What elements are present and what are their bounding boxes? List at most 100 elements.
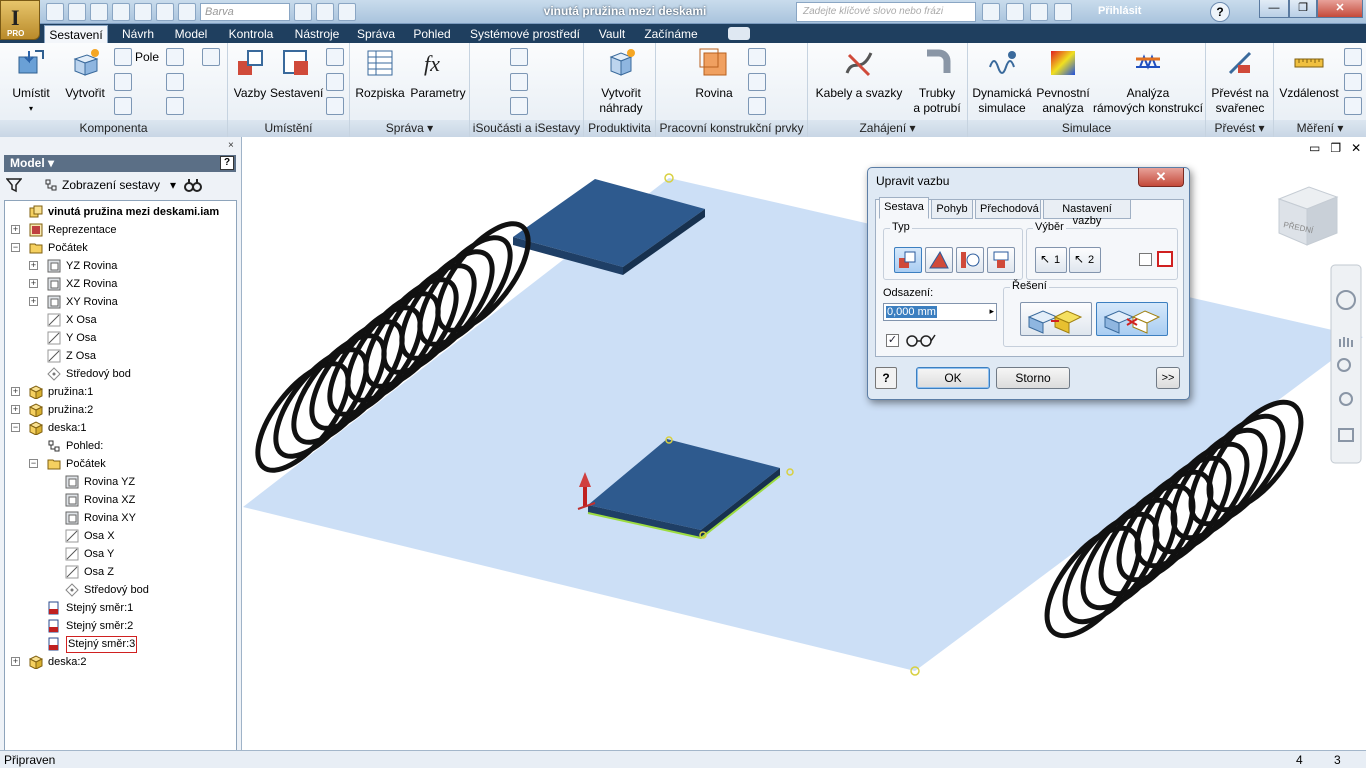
search-input[interactable]: Zadejte klíčové slovo nebo frázi: [796, 2, 976, 22]
fx-icon[interactable]: [294, 3, 312, 21]
viewcube[interactable]: PŘEDNÍ: [1277, 186, 1339, 246]
table-edit-icon[interactable]: [510, 97, 528, 115]
constraints-button[interactable]: Vazby: [230, 47, 270, 101]
tree-node[interactable]: + YZ Rovina: [5, 257, 235, 275]
tree-node[interactable]: Y Osa: [5, 329, 235, 347]
expand-icon[interactable]: +: [29, 261, 38, 270]
tab-pohled[interactable]: Pohled: [408, 25, 456, 43]
tree-node[interactable]: Stejný směr:1: [5, 599, 235, 617]
measure-icon[interactable]: [316, 3, 334, 21]
application-menu-button[interactable]: I PRO: [0, 0, 40, 40]
expand-icon[interactable]: +: [29, 297, 38, 306]
copy-icon[interactable]: [166, 48, 184, 66]
tree-node[interactable]: Osa Y: [5, 545, 235, 563]
ribbon-options-icon[interactable]: [728, 27, 750, 40]
tree-node[interactable]: Středový bod: [5, 365, 235, 383]
dynamic-simulation-button[interactable]: Dynamická simulace: [970, 47, 1034, 116]
tree-node[interactable]: Osa X: [5, 527, 235, 545]
collapse-icon[interactable]: −: [11, 243, 20, 252]
cables-button[interactable]: Kabely a svazky: [812, 47, 906, 101]
iassembly-icon[interactable]: [510, 73, 528, 91]
redo-icon[interactable]: [134, 3, 152, 21]
create-button[interactable]: Vytvořit: [60, 47, 110, 101]
browser-title[interactable]: Model ▾: [4, 155, 236, 172]
work-point-icon[interactable]: [748, 73, 766, 91]
tree-node[interactable]: + deska:2: [5, 653, 235, 671]
new-icon[interactable]: [46, 3, 64, 21]
tree-node[interactable]: Rovina XZ: [5, 491, 235, 509]
tree-node[interactable]: Stejný směr:3: [5, 635, 235, 653]
expand-icon[interactable]: +: [11, 387, 20, 396]
mate-solution-button[interactable]: [1020, 302, 1092, 336]
tree-node[interactable]: + XY Rovina: [5, 293, 235, 311]
plane-button[interactable]: Rovina: [686, 47, 742, 101]
frame-analysis-button[interactable]: Analýza rámových konstrukcí: [1092, 47, 1204, 116]
grid-icon[interactable]: [114, 97, 132, 115]
view-dropdown[interactable]: Zobrazení sestavy ▾: [62, 178, 176, 192]
tab-navrh[interactable]: Návrh: [116, 25, 160, 43]
minimize-button[interactable]: —: [1259, 0, 1289, 18]
tab-sestaveni[interactable]: Sestavení: [44, 25, 108, 43]
distance-button[interactable]: Vzdálenost: [1276, 47, 1342, 101]
tree-node[interactable]: Rovina YZ: [5, 473, 235, 491]
dialog-help-button[interactable]: ?: [875, 367, 897, 389]
tree-node[interactable]: Rovina XY: [5, 509, 235, 527]
relationship-icon[interactable]: [326, 97, 344, 115]
tree-node[interactable]: Z Osa: [5, 347, 235, 365]
collapse-icon[interactable]: −: [11, 423, 20, 432]
tube-pipe-button[interactable]: Trubky a potrubí: [908, 47, 966, 116]
dialog-close-button[interactable]: ✕: [1138, 168, 1184, 187]
flush-solution-button[interactable]: [1096, 302, 1168, 336]
graphics-viewport[interactable]: ▭ ❐ ✕ PŘEDNÍ: [243, 137, 1366, 750]
bom-button[interactable]: Rozpiska: [354, 47, 406, 101]
open-icon[interactable]: [68, 3, 86, 21]
material-combo[interactable]: Barva: [200, 3, 290, 21]
tab-model[interactable]: Model: [168, 25, 214, 43]
select-icon[interactable]: [156, 3, 174, 21]
browser-help-icon[interactable]: ?: [220, 156, 234, 170]
mate-constraint-icon[interactable]: [894, 247, 922, 273]
undo-icon[interactable]: [112, 3, 130, 21]
tree-node[interactable]: + Reprezentace: [5, 221, 235, 239]
browser-close-icon[interactable]: ×: [228, 140, 234, 151]
collapse-icon[interactable]: −: [29, 459, 38, 468]
tree-node[interactable]: X Osa: [5, 311, 235, 329]
work-axis-icon[interactable]: [748, 48, 766, 66]
close-button[interactable]: ✕: [1317, 0, 1363, 18]
replace-icon[interactable]: [166, 97, 184, 115]
place-button[interactable]: Umístit ▾: [6, 47, 56, 116]
area-icon[interactable]: [1344, 97, 1362, 115]
subscription-icon[interactable]: [1030, 3, 1048, 21]
tree-node[interactable]: vinutá pružina mezi deskami.iam: [5, 203, 235, 221]
tree-node[interactable]: − Počátek: [5, 239, 235, 257]
filter-icon[interactable]: [6, 177, 22, 193]
tab-sprava[interactable]: Správa: [352, 25, 400, 43]
expand-icon[interactable]: +: [11, 657, 20, 666]
signin-link[interactable]: Přihlásit: [1098, 5, 1141, 17]
expand-icon[interactable]: +: [11, 405, 20, 414]
joint-icon[interactable]: [326, 48, 344, 66]
assemble-button[interactable]: Sestavení: [270, 47, 323, 101]
more-button[interactable]: >>: [1156, 367, 1180, 389]
tree-node[interactable]: − Počátek: [5, 455, 235, 473]
tab-kontrola[interactable]: Kontrola: [222, 25, 280, 43]
pick-part-first-checkbox[interactable]: [1139, 253, 1152, 266]
tree-node[interactable]: − deska:1: [5, 419, 235, 437]
edit-icon[interactable]: [166, 73, 184, 91]
angle-icon[interactable]: [1344, 48, 1362, 66]
help-icon[interactable]: ?: [1210, 2, 1230, 22]
tree-node[interactable]: + XZ Rovina: [5, 275, 235, 293]
offset-arrow-icon[interactable]: ▸: [989, 306, 994, 317]
ipart-icon[interactable]: [510, 48, 528, 66]
tree-node[interactable]: Středový bod: [5, 581, 235, 599]
star-icon[interactable]: [1054, 3, 1072, 21]
insert-constraint-icon[interactable]: [987, 247, 1015, 273]
selection-1-button[interactable]: ↖ 1: [1035, 247, 1067, 273]
offset-field[interactable]: 0,000 mm ▸: [883, 303, 997, 321]
key-icon[interactable]: [1006, 3, 1024, 21]
grounded-icon[interactable]: [326, 73, 344, 91]
tab-nastaveni-vazby[interactable]: Nastavení vazby: [1043, 199, 1131, 227]
ground-plane[interactable]: [243, 178, 1363, 671]
update-icon[interactable]: [178, 3, 196, 21]
parameters-button[interactable]: fx Parametry: [408, 47, 468, 101]
